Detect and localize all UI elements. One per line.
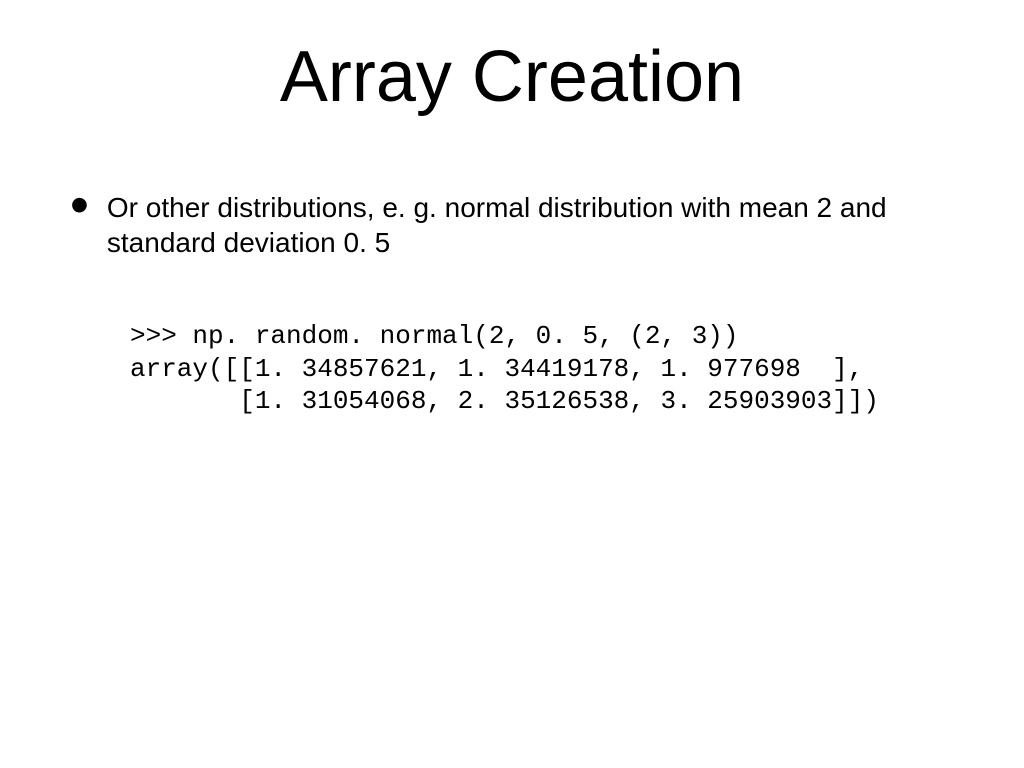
code-block: >>> np. random. normal(2, 0. 5, (2, 3)) …	[130, 320, 984, 418]
slide-title: Array Creation	[0, 36, 1024, 118]
code-line-1: >>> np. random. normal(2, 0. 5, (2, 3))	[130, 321, 739, 351]
bullet-item: • Or other distributions, e. g. normal d…	[70, 190, 984, 260]
bullet-text: Or other distributions, e. g. normal dis…	[107, 190, 947, 260]
bullet-dot-icon: •	[70, 190, 89, 220]
slide: Array Creation • Or other distributions,…	[0, 0, 1024, 768]
slide-body: • Or other distributions, e. g. normal d…	[70, 190, 984, 418]
code-line-3: [1. 31054068, 2. 35126538, 3. 25903903]]…	[130, 386, 879, 416]
code-line-2: array([[1. 34857621, 1. 34419178, 1. 977…	[130, 354, 863, 384]
